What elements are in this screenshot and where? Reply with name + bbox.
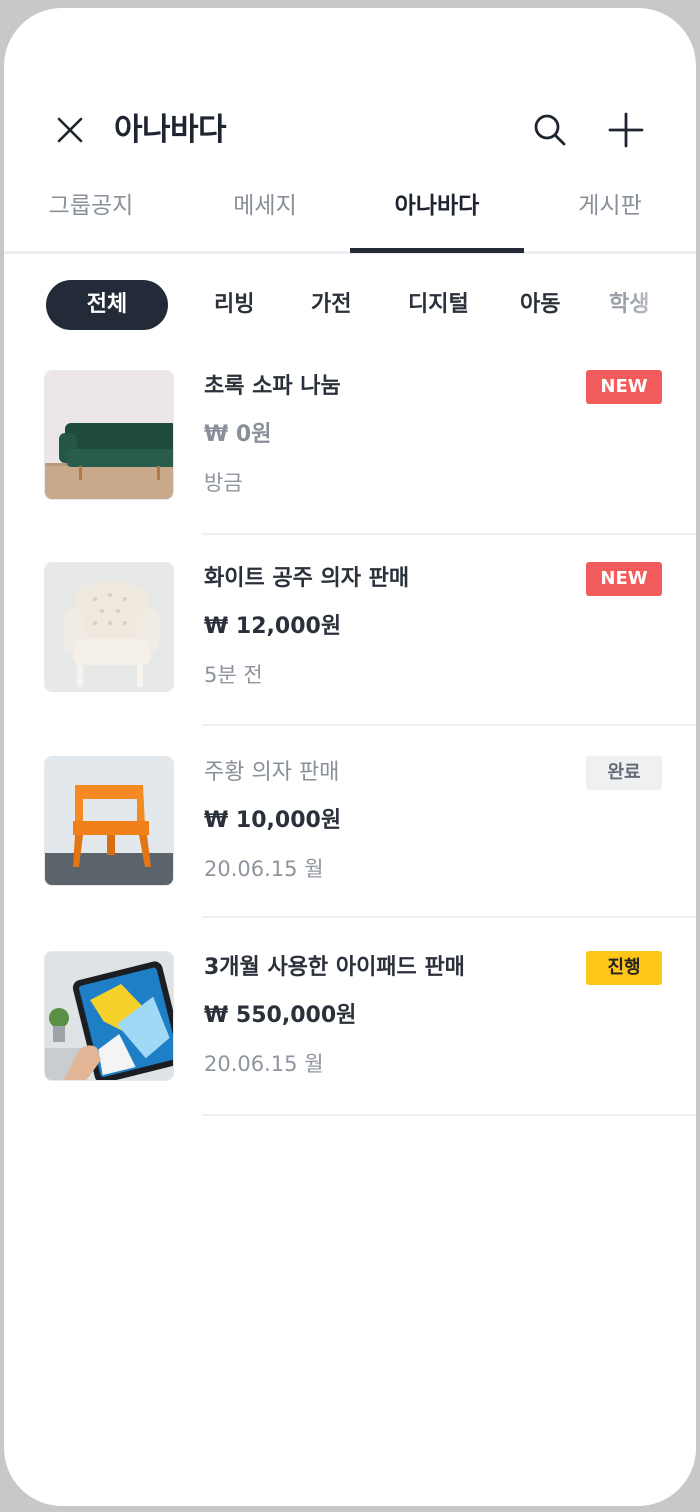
tab-bar: 그룹공지 메세지 아나바다 게시판: [4, 184, 696, 254]
phone-frame: 아나바다 그룹공지 메세지 아나바다 게시판 전체 리빙 가전 디지털 아동 학…: [4, 8, 696, 1506]
category-chip-appliances[interactable]: 가전: [311, 280, 351, 330]
tab-anabada[interactable]: 아나바다: [350, 184, 524, 244]
status-badge-in-progress: 진행: [586, 951, 662, 985]
close-button[interactable]: [50, 108, 90, 152]
listing-title: 초록 소파 나눔: [204, 374, 341, 399]
listing-price: ₩ 0원: [204, 422, 272, 447]
search-icon: [534, 114, 566, 146]
listing-time: 20.06.15 월: [204, 1052, 324, 1076]
list-divider: [202, 1114, 696, 1116]
plus-icon: [608, 112, 644, 148]
listing-time: 방금: [204, 471, 243, 495]
status-badge-new: NEW: [586, 562, 662, 596]
search-button[interactable]: [528, 108, 572, 152]
listing-thumbnail-ipad-tablet: [44, 951, 174, 1081]
add-post-button[interactable]: [604, 108, 648, 152]
listing-thumbnail-white-armchair: [44, 562, 174, 692]
tab-messages[interactable]: 메세지: [178, 184, 352, 244]
category-chip-digital[interactable]: 디지털: [408, 280, 469, 330]
tab-group-notice[interactable]: 그룹공지: [4, 184, 178, 244]
listing-price: ₩ 10,000원: [204, 808, 342, 833]
active-tab-indicator: [350, 248, 524, 253]
listing-time: 20.06.15 월: [204, 857, 324, 881]
listing-title: 주황 의자 판매: [204, 760, 340, 785]
category-chip-kids[interactable]: 아동: [520, 280, 560, 330]
listing-title: 화이트 공주 의자 판매: [204, 566, 410, 591]
listing-thumbnail-green-sofa: [44, 370, 174, 500]
close-icon: [57, 117, 83, 143]
listing-item[interactable]: 초록 소파 나눔 ₩ 0원 방금 NEW: [4, 370, 696, 560]
status-badge-new: NEW: [586, 370, 662, 404]
category-filter: 전체 리빙 가전 디지털 아동 학생: [4, 280, 696, 332]
page-title: 아나바다: [114, 112, 227, 148]
listing-item[interactable]: 3개월 사용한 아이패드 판매 ₩ 550,000원 20.06.15 월 진행: [4, 951, 696, 1141]
category-chip-all[interactable]: 전체: [46, 280, 168, 330]
listing-title: 3개월 사용한 아이패드 판매: [204, 955, 465, 980]
listing-price: ₩ 12,000원: [204, 614, 342, 639]
category-chip-living[interactable]: 리빙: [214, 280, 254, 330]
category-chip-students[interactable]: 학생: [609, 280, 649, 330]
listing-price: ₩ 550,000원: [204, 1003, 357, 1028]
status-badge-completed: 완료: [586, 756, 662, 790]
list-divider: [202, 724, 696, 726]
listing-thumbnail-orange-chair: [44, 756, 174, 886]
list-divider: [202, 533, 696, 535]
tab-board[interactable]: 게시판: [524, 184, 696, 244]
listing-time: 5분 전: [204, 663, 263, 687]
list-divider: [202, 916, 696, 918]
